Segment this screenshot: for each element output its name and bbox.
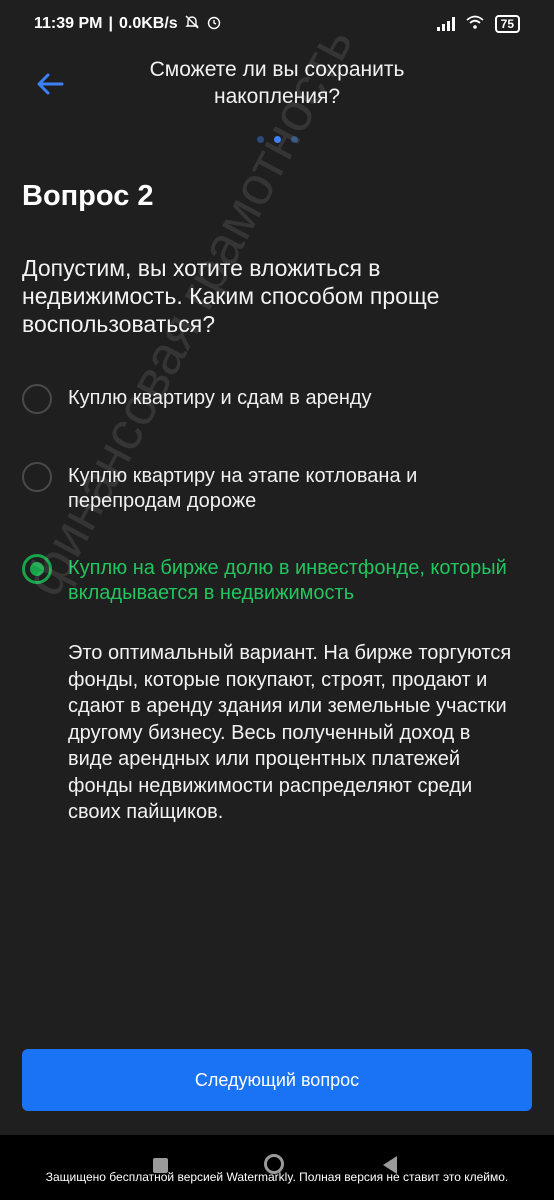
radio-button-selected[interactable] bbox=[22, 554, 52, 584]
answer-option-2[interactable]: Куплю квартиру на этапе котлована и пере… bbox=[22, 462, 532, 514]
mute-bell-icon bbox=[184, 14, 200, 35]
question-number: Вопрос 2 bbox=[22, 180, 154, 212]
answer-option-1[interactable]: Куплю квартиру и сдам в аренду bbox=[22, 384, 532, 414]
page-title: Сможете ли вы сохранить накопления? bbox=[149, 58, 405, 108]
answer-option-3[interactable]: Куплю на бирже долю в инвестфонде, котор… bbox=[22, 554, 532, 606]
radio-button[interactable] bbox=[22, 384, 52, 414]
battery-icon: 75 bbox=[494, 15, 520, 33]
alarm-icon bbox=[206, 14, 222, 35]
progress-dot-2 bbox=[273, 136, 281, 143]
progress-dots bbox=[0, 136, 554, 143]
signal-icon bbox=[436, 17, 455, 31]
answer-explanation: Это оптимальный вариант. На бирже торгую… bbox=[68, 642, 512, 823]
progress-dot-1 bbox=[256, 136, 264, 143]
progress-dot-3 bbox=[290, 136, 298, 143]
radio-button[interactable] bbox=[22, 462, 52, 492]
arrow-left-icon[interactable] bbox=[34, 68, 66, 100]
status-time: 11:39 PM bbox=[34, 15, 103, 32]
status-bar: 11:39 PM | 0.0KB/s 75 bbox=[0, 0, 554, 48]
option-label: Куплю квартиру и сдам в аренду bbox=[68, 387, 372, 409]
option-label-correct: Куплю на бирже долю в инвестфонде, котор… bbox=[68, 557, 507, 604]
status-speed: 0.0KB/s bbox=[118, 15, 178, 32]
status-separator: | bbox=[108, 15, 113, 32]
wifi-icon bbox=[465, 14, 485, 35]
status-right: 75 bbox=[436, 14, 520, 35]
header: Сможете ли вы сохранить накопления? bbox=[0, 56, 554, 120]
status-left: 11:39 PM | 0.0KB/s bbox=[34, 14, 222, 35]
next-question-button[interactable]: Следующий вопрос bbox=[22, 1049, 532, 1111]
question-text: Допустим, вы хотите вложиться в недвижим… bbox=[22, 255, 440, 337]
watermark-banner: Защищено бесплатной версией Watermarkly.… bbox=[45, 1170, 509, 1184]
system-nav-bar bbox=[0, 1135, 554, 1200]
option-label: Куплю квартиру на этапе котлована и пере… bbox=[68, 465, 418, 512]
watermark-diagonal: финансовая грамотность bbox=[13, 16, 365, 606]
